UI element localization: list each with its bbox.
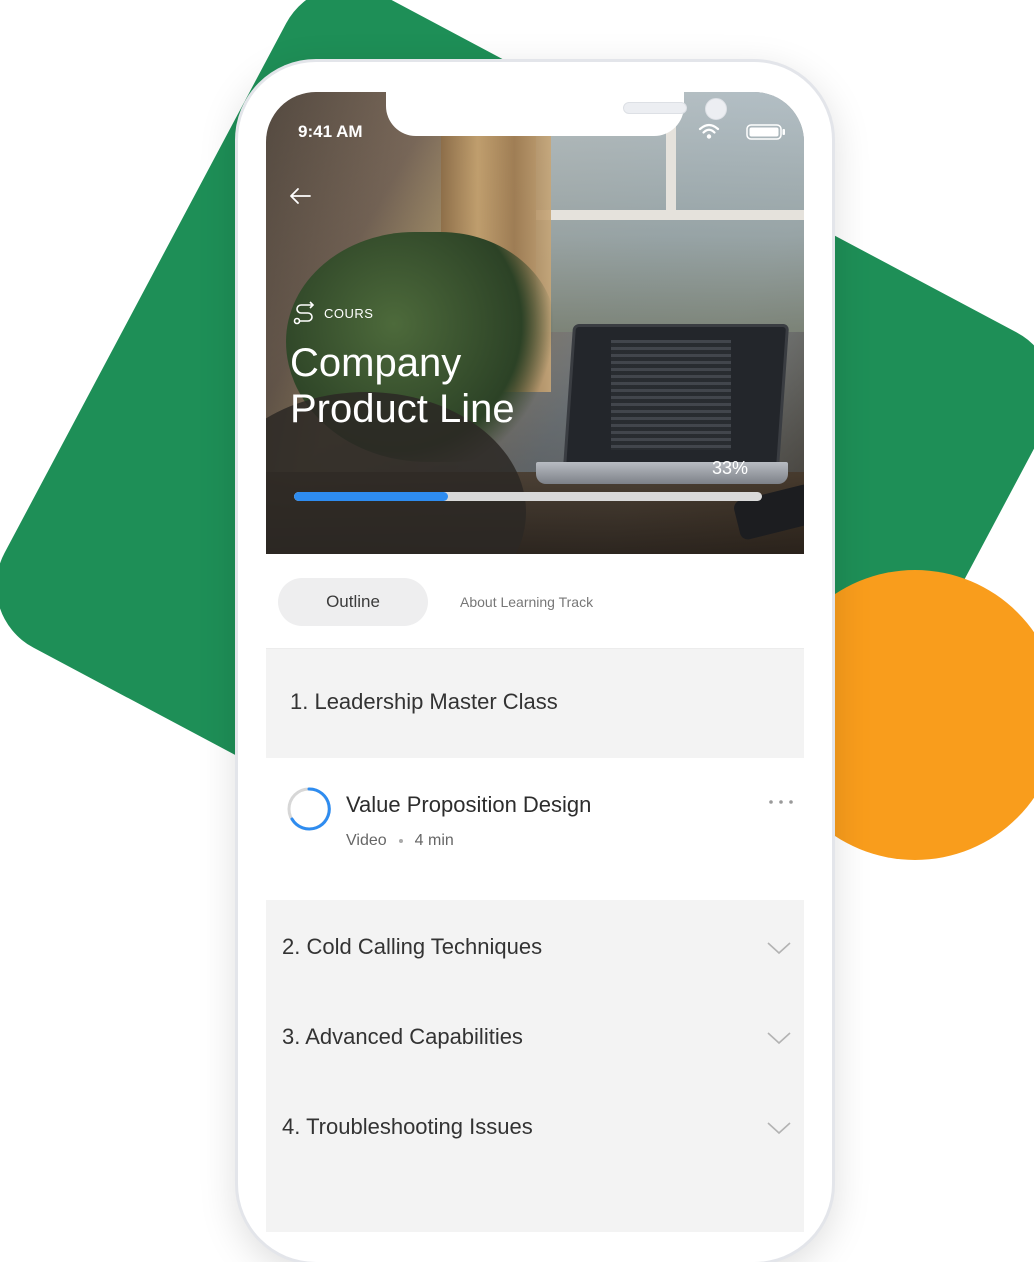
section-header-cold-calling[interactable]: 2. Cold Calling Techniques — [266, 902, 804, 992]
lesson-item[interactable]: Value Proposition Design Video 4 min — [266, 758, 804, 900]
phone-frame: 9:41 AM COURS Company Product Line 33% O… — [238, 62, 832, 1262]
battery-icon — [746, 124, 785, 140]
tab-outline[interactable]: Outline — [278, 578, 428, 626]
front-camera — [705, 98, 727, 120]
phone-notch — [386, 92, 727, 136]
lesson-duration: 4 min — [414, 832, 454, 849]
progress-ring-icon — [287, 787, 331, 831]
back-arrow-icon[interactable] — [286, 184, 314, 208]
section-header-leadership[interactable]: 1. Leadership Master Class — [266, 649, 804, 757]
section-label: 1. Leadership Master Class — [290, 689, 558, 714]
lesson-kind: Video — [346, 832, 387, 849]
tab-bar: Outline About Learning Track — [266, 554, 804, 649]
chevron-down-icon — [767, 1032, 791, 1045]
course-title: Company Product Line — [290, 341, 515, 431]
progress-percent: 33% — [712, 458, 749, 478]
chevron-down-icon — [767, 942, 791, 955]
hero-laptop-document — [611, 340, 731, 450]
tab-about-learning-track[interactable]: About Learning Track — [460, 578, 593, 626]
wifi-icon — [698, 123, 720, 139]
progress-bar — [294, 492, 762, 501]
hero-laptop-base — [536, 462, 788, 484]
lesson-meta: Video 4 min — [346, 832, 454, 850]
progress-bar-fill — [294, 492, 449, 501]
app-screen: 9:41 AM COURS Company Product Line 33% O… — [266, 92, 804, 1232]
course-type-row: COURS — [292, 300, 373, 326]
section-label: 2. Cold Calling Techniques — [282, 934, 543, 959]
separator-dot — [398, 839, 403, 843]
course-type-label: COURS — [324, 305, 374, 321]
status-time: 9:41 AM — [298, 122, 363, 141]
section-label: 4. Troubleshooting Issues — [282, 1114, 533, 1139]
route-icon — [293, 301, 315, 325]
speaker-grille — [623, 102, 687, 114]
course-hero: 9:41 AM COURS Company Product Line 33% — [266, 92, 804, 632]
lesson-title: Value Proposition Design — [346, 792, 592, 817]
section-label: 3. Advanced Capabilities — [282, 1024, 523, 1049]
more-icon[interactable] — [766, 794, 796, 810]
section-header-advanced-capabilities[interactable]: 3. Advanced Capabilities — [266, 992, 804, 1082]
chevron-down-icon — [767, 1122, 791, 1135]
section-header-troubleshooting[interactable]: 4. Troubleshooting Issues — [266, 1082, 804, 1172]
